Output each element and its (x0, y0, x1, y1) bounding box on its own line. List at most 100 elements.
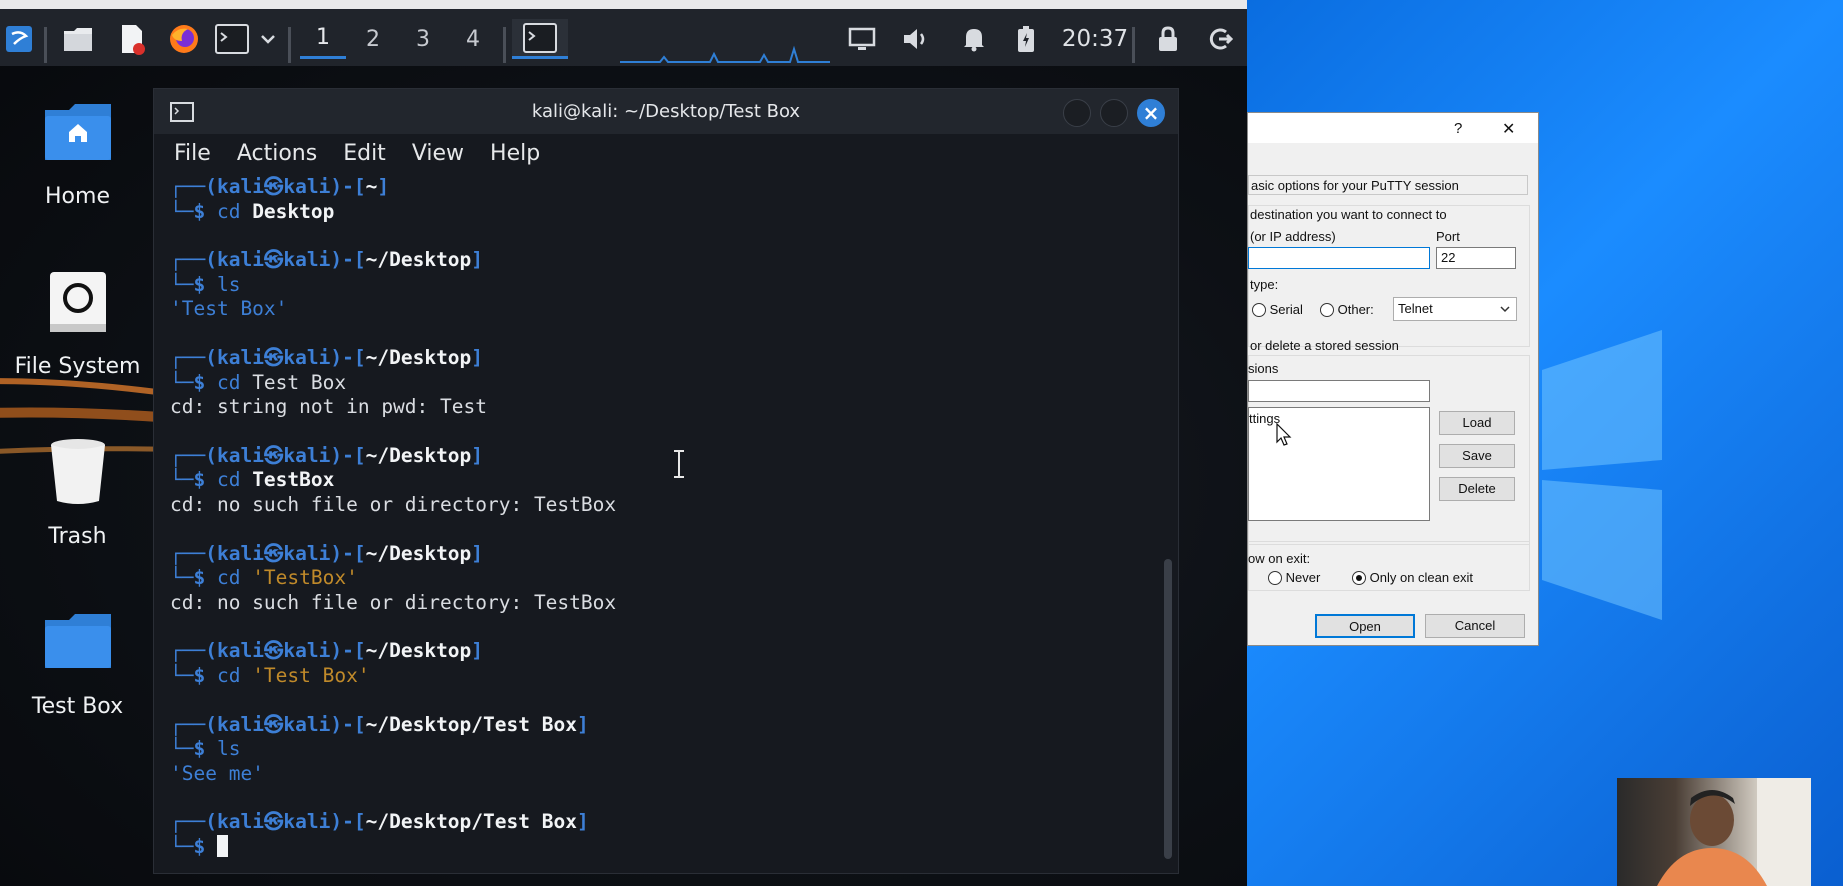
prompt-frame: )-[ (330, 345, 366, 369)
notifications-bell-icon[interactable] (954, 19, 994, 59)
command-name: cd (216, 468, 241, 492)
desktop-icon-label: Home (45, 184, 110, 209)
workspace-2[interactable]: 2 (350, 19, 396, 59)
command-output: cd: no such file or directory: TestBox (170, 590, 617, 614)
saved-session-input[interactable] (1248, 380, 1430, 402)
prompt-frame: ┌──( (170, 443, 217, 467)
taskbar-separator (288, 27, 291, 63)
terminal-block: ┌──(kali㉿kali)-[~/Desktop] └─$ cd 'TestBo… (170, 542, 1158, 616)
prompt-path: ~/Desktop (365, 639, 472, 663)
desktop-icon-file-system[interactable]: File System (0, 262, 155, 379)
workspace-3[interactable]: 3 (400, 19, 446, 59)
file-manager-icon[interactable] (56, 19, 100, 59)
prompt-frame: )-[ (330, 443, 366, 467)
command-name: cd (216, 370, 241, 394)
prompt-line: ┌──(kali㉿kali)-[~/Desktop] (170, 248, 1158, 273)
putty-config-dialog[interactable]: ? ✕ asic options for your PuTTY session … (1247, 112, 1539, 646)
terminal-scrollbar[interactable] (1164, 559, 1172, 859)
prompt-frame: ] (471, 443, 484, 467)
prompt-frame: ] (576, 810, 589, 834)
prompt-frame: └─$ (170, 737, 217, 761)
prompt-frame: ┌──( (170, 248, 217, 272)
clock[interactable]: 20:37 (1050, 19, 1140, 59)
desktop-icon-test-box[interactable]: Test Box (0, 602, 155, 719)
prompt-frame: )-[ (330, 639, 366, 663)
menu-actions[interactable]: Actions (237, 141, 317, 166)
terminal-task-button[interactable] (512, 19, 568, 59)
workspace-1[interactable]: 1 (300, 19, 346, 59)
command-line: └─$ cd TestBox (170, 468, 1158, 493)
open-button[interactable]: Open (1315, 614, 1415, 638)
load-button[interactable]: Load (1439, 411, 1515, 435)
other-radio[interactable]: Other: (1320, 302, 1374, 317)
port-label: Port (1436, 229, 1460, 244)
menu-help[interactable]: Help (490, 141, 540, 166)
command-name: cd (216, 199, 241, 223)
save-button[interactable]: Save (1439, 444, 1515, 468)
host-label: (or IP address) (1250, 229, 1336, 244)
command-output: cd: string not in pwd: Test (170, 395, 487, 419)
terminal-output[interactable]: ┌──(kali㉿kali)-[~] └─$ cd Desktop ┌──(kali… (170, 175, 1158, 863)
command-argument: TestBox (240, 468, 335, 492)
prompt-frame: └─$ (170, 272, 217, 296)
prompt-frame: └─$ (170, 468, 217, 492)
taskbar-separator (503, 27, 506, 63)
command-line: └─$ (170, 834, 1158, 860)
kali-desktop: 1 2 3 4 20:37 Home File System Trash Tes… (0, 0, 1247, 886)
prompt-frame: ┌──( (170, 345, 217, 369)
terminal-window[interactable]: kali@kali: ~/Desktop/Test Box × File Act… (153, 88, 1179, 874)
battery-icon[interactable] (1008, 19, 1044, 59)
command-name: cd (216, 663, 241, 687)
terminal-title: kali@kali: ~/Desktop/Test Box (531, 101, 801, 122)
prompt-line: ┌──(kali㉿kali)-[~/Desktop] (170, 639, 1158, 664)
port-input[interactable]: 22 (1436, 247, 1516, 269)
prompt-frame: └─$ (170, 370, 217, 394)
close-dialog-button[interactable]: ✕ (1502, 119, 1515, 139)
prompt-frame: ] (471, 639, 484, 663)
desktop-icon-trash[interactable]: Trash (0, 432, 155, 549)
never-radio[interactable]: Never (1268, 570, 1320, 585)
kali-menu-icon[interactable] (0, 19, 38, 59)
display-icon[interactable] (842, 19, 882, 59)
prompt-frame: ] (471, 541, 484, 565)
maximize-button[interactable] (1100, 99, 1128, 127)
menu-edit[interactable]: Edit (343, 141, 386, 166)
command-argument: 'Test Box' (240, 663, 370, 687)
desktop-icon-home[interactable]: Home (0, 92, 155, 209)
terminal-launcher-icon[interactable] (212, 19, 252, 59)
text-editor-icon[interactable] (110, 19, 154, 59)
command-output: cd: no such file or directory: TestBox (170, 492, 617, 516)
prompt-user-host: kali㉿kali (216, 248, 331, 272)
folder-icon (0, 602, 155, 682)
command-line: └─$ ls (170, 273, 1158, 298)
windows-logo-light (1542, 330, 1662, 620)
menu-view[interactable]: View (412, 141, 464, 166)
prompt-frame: )-[ (330, 541, 366, 565)
lock-icon[interactable] (1148, 19, 1188, 59)
protocol-value: Telnet (1398, 301, 1433, 316)
prompt-line: ┌──(kali㉿kali)-[~/Desktop] (170, 542, 1158, 567)
clean-exit-radio[interactable]: Only on clean exit (1352, 570, 1473, 585)
close-button[interactable]: × (1137, 99, 1165, 127)
cancel-button[interactable]: Cancel (1425, 614, 1525, 638)
desktop-icon-label: File System (14, 354, 141, 379)
command-name: cd (216, 566, 241, 590)
delete-button[interactable]: Delete (1439, 477, 1515, 501)
menu-file[interactable]: File (174, 141, 211, 166)
workspace-4[interactable]: 4 (450, 19, 496, 59)
host-input[interactable] (1248, 247, 1430, 269)
help-button[interactable]: ? (1454, 120, 1462, 137)
firefox-icon[interactable] (162, 19, 206, 59)
volume-icon[interactable] (896, 19, 936, 59)
chevron-down-icon[interactable] (256, 19, 280, 59)
protocol-select[interactable]: Telnet (1393, 297, 1517, 321)
prompt-frame: ┌──( (170, 175, 217, 198)
dialog-titlebar[interactable] (1248, 113, 1538, 143)
saved-sessions-label: sions (1248, 361, 1279, 376)
terminal-titlebar[interactable]: kali@kali: ~/Desktop/Test Box × (154, 89, 1178, 134)
serial-radio[interactable]: Serial (1252, 302, 1303, 317)
prompt-frame: )-[ (330, 248, 366, 272)
minimize-button[interactable] (1063, 99, 1091, 127)
section-title: asic options for your PuTTY session (1248, 175, 1528, 195)
logout-icon[interactable] (1200, 19, 1240, 59)
